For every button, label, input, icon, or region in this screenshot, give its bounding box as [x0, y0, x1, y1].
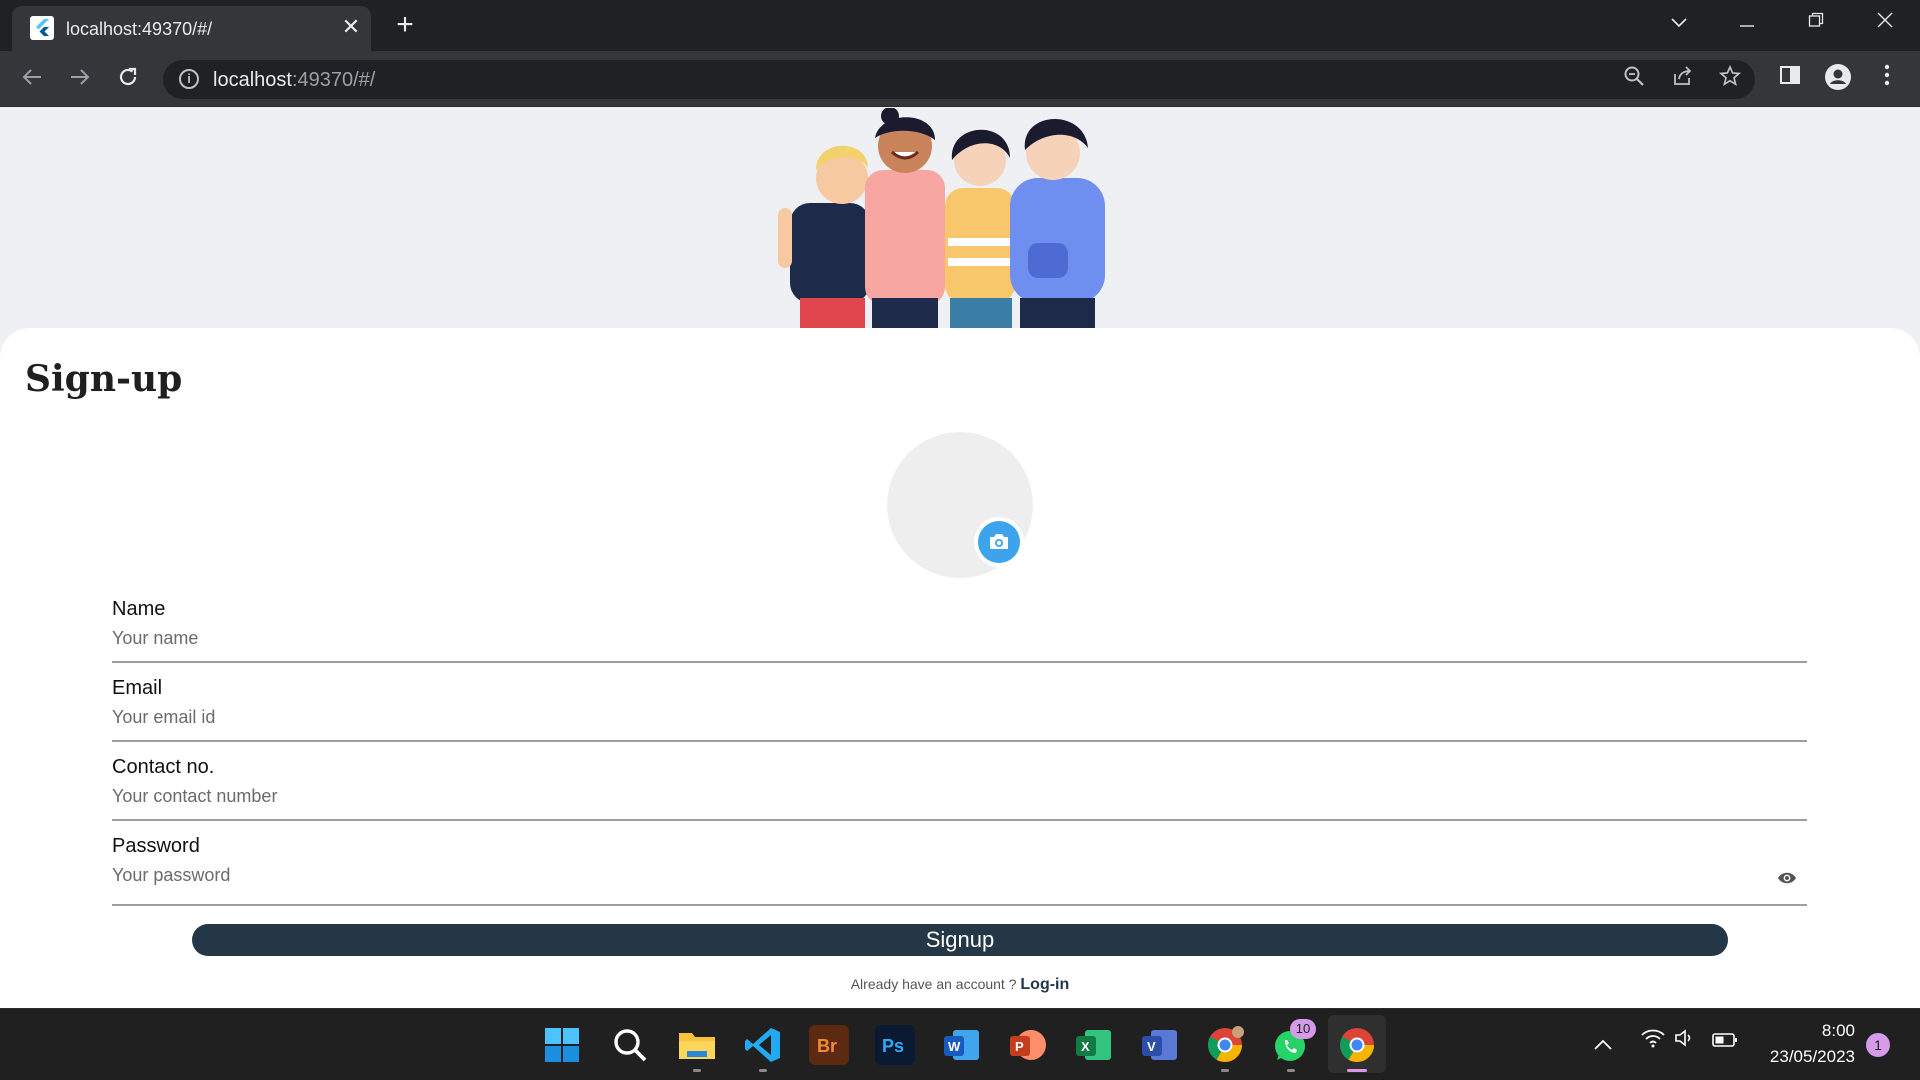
- contact-label: Contact no.: [112, 756, 215, 778]
- url-text[interactable]: localhost:49370/#/: [213, 69, 375, 92]
- explorer-running-indicator: [693, 1069, 701, 1072]
- login-prompt-text: Already have an account ?: [850, 976, 1017, 992]
- clock-date[interactable]: 23/05/2023: [1740, 1047, 1855, 1067]
- svg-text:X: X: [1081, 1039, 1090, 1054]
- site-info-icon[interactable]: i: [179, 69, 199, 89]
- chrome-profile-running-indicator: [1221, 1069, 1229, 1072]
- tab-search-chevron-icon[interactable]: [1656, 6, 1702, 38]
- reload-icon[interactable]: [110, 61, 146, 97]
- password-field: Password: [112, 835, 1807, 907]
- search-icon[interactable]: [610, 1025, 650, 1065]
- friends-illustration: [770, 108, 1150, 330]
- chrome-active-indicator: [1347, 1069, 1367, 1072]
- svg-text:W: W: [948, 1039, 961, 1054]
- whatsapp-running-indicator: [1287, 1069, 1295, 1072]
- side-panel-icon[interactable]: [1774, 63, 1806, 95]
- notification-badge[interactable]: 1: [1866, 1033, 1890, 1057]
- visio-icon[interactable]: V: [1139, 1025, 1179, 1065]
- wifi-icon[interactable]: [1638, 1027, 1668, 1057]
- powerpoint-icon[interactable]: P: [1007, 1025, 1047, 1065]
- photoshop-icon[interactable]: Ps: [875, 1025, 915, 1065]
- page-title: Sign-up: [25, 358, 183, 400]
- new-tab-button[interactable]: +: [390, 10, 420, 40]
- flutter-favicon-icon: [30, 16, 54, 40]
- share-icon[interactable]: [1667, 65, 1697, 95]
- login-prompt: Already have an account ? Log-in: [0, 976, 1920, 994]
- windows-start-icon[interactable]: [542, 1025, 582, 1065]
- contact-underline: [112, 819, 1807, 821]
- login-link[interactable]: Log-in: [1020, 976, 1069, 993]
- password-input[interactable]: [112, 861, 1752, 889]
- vscode-icon[interactable]: [743, 1025, 783, 1065]
- email-field: Email: [112, 677, 1807, 743]
- zoom-icon[interactable]: [1619, 65, 1649, 95]
- browser-tab-bar: localhost:49370/#/ ✕ +: [0, 0, 1920, 51]
- adobe-bridge-icon[interactable]: Br: [809, 1025, 849, 1065]
- upload-photo-button[interactable]: [974, 517, 1024, 567]
- svg-text:Ps: Ps: [882, 1036, 904, 1056]
- vscode-running-indicator: [759, 1069, 767, 1072]
- name-field: Name: [112, 598, 1807, 664]
- password-label: Password: [112, 835, 200, 857]
- camera-icon: [978, 521, 1020, 563]
- file-explorer-icon[interactable]: [677, 1025, 717, 1065]
- email-label: Email: [112, 677, 163, 699]
- word-icon[interactable]: W: [941, 1025, 981, 1065]
- restore-icon[interactable]: [1793, 6, 1839, 38]
- profile-avatar-icon[interactable]: [1822, 63, 1854, 95]
- contact-input[interactable]: [112, 782, 1807, 810]
- volume-icon[interactable]: [1670, 1027, 1700, 1057]
- tab-close-icon[interactable]: ✕: [338, 14, 364, 40]
- svg-text:V: V: [1147, 1039, 1156, 1054]
- minimize-icon[interactable]: [1724, 6, 1770, 38]
- svg-text:P: P: [1015, 1039, 1024, 1054]
- chrome-icon[interactable]: [1337, 1025, 1377, 1065]
- name-underline: [112, 661, 1807, 663]
- forward-arrow-icon[interactable]: [62, 61, 98, 97]
- name-label: Name: [112, 598, 166, 620]
- excel-icon[interactable]: X: [1073, 1025, 1113, 1065]
- name-input[interactable]: [112, 624, 1807, 652]
- back-arrow-icon[interactable]: [14, 61, 50, 97]
- address-bar[interactable]: i localhost:49370/#/: [163, 60, 1755, 99]
- show-password-eye-icon[interactable]: [1777, 871, 1797, 885]
- bookmark-star-icon[interactable]: [1715, 64, 1745, 95]
- battery-icon[interactable]: [1710, 1027, 1740, 1057]
- chrome-profile-icon[interactable]: [1205, 1025, 1245, 1065]
- close-window-icon[interactable]: [1862, 6, 1908, 38]
- email-underline: [112, 740, 1807, 742]
- windows-taskbar: Br Ps W P X V 10 8:00 23/05/2023 1: [0, 1008, 1920, 1080]
- kebab-menu-icon[interactable]: [1871, 63, 1903, 95]
- show-hidden-icons-chevron-icon[interactable]: [1594, 1031, 1612, 1057]
- browser-tab[interactable]: localhost:49370/#/ ✕: [12, 6, 371, 51]
- whatsapp-unread-badge: 10: [1290, 1019, 1316, 1039]
- svg-text:Br: Br: [817, 1036, 837, 1056]
- password-underline: [112, 904, 1807, 906]
- page-viewport: Sign-up Name Email Contact no.: [0, 108, 1920, 1008]
- signup-button[interactable]: Signup: [192, 924, 1728, 956]
- contact-field: Contact no.: [112, 756, 1807, 822]
- email-input[interactable]: [112, 703, 1807, 731]
- browser-toolbar: i localhost:49370/#/: [0, 51, 1920, 107]
- signup-card: Sign-up Name Email Contact no.: [0, 328, 1920, 1008]
- tab-title: localhost:49370/#/: [66, 19, 213, 39]
- clock-time[interactable]: 8:00: [1760, 1021, 1855, 1041]
